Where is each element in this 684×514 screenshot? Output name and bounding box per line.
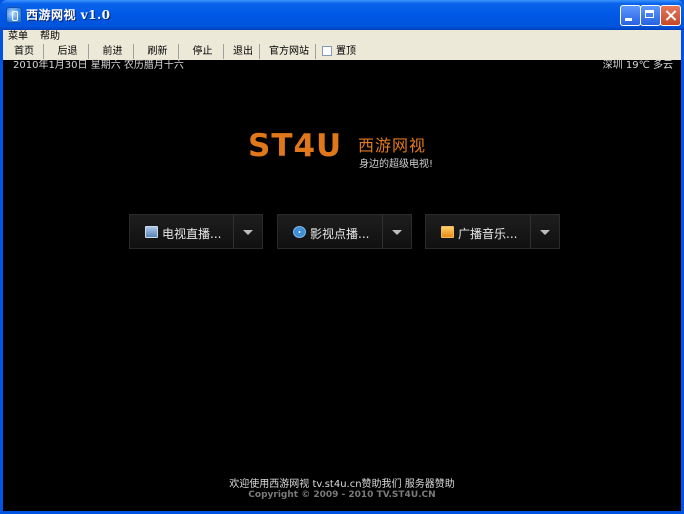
- vod-label: 影视点播...: [310, 227, 370, 241]
- weather-display: 深圳 19℃ 多云: [603, 60, 673, 72]
- radio-icon: [441, 226, 454, 238]
- copyright: Copyright © 2009 - 2010 TV.ST4U.CN: [248, 490, 436, 500]
- menu-bar: 菜单 帮助: [3, 30, 681, 44]
- dropdown-divider: [233, 215, 234, 248]
- film-icon: [293, 226, 306, 238]
- title-bar[interactable]: 西游网视 v1.0: [0, 0, 684, 30]
- server-sponsor-link[interactable]: 服务器赞助: [405, 479, 455, 490]
- chevron-down-icon[interactable]: [392, 230, 402, 235]
- brand-chinese-name: 西游网视: [358, 136, 427, 155]
- minimize-button[interactable]: [620, 5, 641, 26]
- app-window: 西游网视 v1.0 菜单 帮助 首页 后退 前进 刷新 停止 退出 官方网站 置…: [0, 0, 684, 514]
- brand-tagline: 身边的超级电视!: [359, 159, 434, 170]
- menu-item-help[interactable]: 帮助: [40, 30, 60, 44]
- weather-city: 深圳: [602, 60, 623, 71]
- sponsor-link[interactable]: 赞助我们: [362, 479, 402, 490]
- toolbar: 首页 后退 前进 刷新 停止 退出 官方网站 置顶: [3, 44, 681, 60]
- date-display: 2010年1月30日 星期六 农历腊月十六: [13, 60, 184, 71]
- home-button[interactable]: 首页: [5, 44, 44, 59]
- pin-on-top-label[interactable]: 置顶: [336, 44, 356, 59]
- tv-live-dropdown[interactable]: 电视直播...: [129, 214, 263, 249]
- radio-music-dropdown[interactable]: 广播音乐...: [425, 214, 560, 249]
- pin-on-top-checkbox[interactable]: [322, 46, 332, 56]
- client-area: 菜单 帮助 首页 后退 前进 刷新 停止 退出 官方网站 置顶 2010年1月3…: [3, 30, 681, 511]
- exit-button[interactable]: 退出: [227, 44, 260, 59]
- vod-dropdown[interactable]: 影视点播...: [277, 214, 412, 249]
- forward-button[interactable]: 前进: [92, 44, 134, 59]
- menu-item-menu[interactable]: 菜单: [8, 30, 28, 44]
- dropdown-divider: [530, 215, 531, 248]
- brand-logo: ST4U: [248, 128, 343, 164]
- chevron-down-icon[interactable]: [243, 230, 253, 235]
- back-button[interactable]: 后退: [47, 44, 89, 59]
- main-content: 2010年1月30日 星期六 农历腊月十六 深圳 19℃ 多云 ST4U 西游网…: [3, 60, 681, 511]
- refresh-button[interactable]: 刷新: [137, 44, 179, 59]
- stop-button[interactable]: 停止: [182, 44, 224, 59]
- weather-condition: 19℃ 多云: [625, 60, 673, 71]
- maximize-button[interactable]: [640, 5, 661, 26]
- radio-music-label: 广播音乐...: [458, 227, 518, 241]
- site-link[interactable]: tv.st4u.cn: [312, 479, 361, 490]
- app-icon[interactable]: [6, 7, 22, 23]
- dropdown-divider: [382, 215, 383, 248]
- close-button[interactable]: [660, 5, 681, 26]
- footer-links: 欢迎使用西游网视 tv.st4u.cn赞助我们 服务器赞助: [3, 475, 681, 490]
- welcome-text: 欢迎使用西游网视: [229, 479, 310, 490]
- official-site-button[interactable]: 官方网站: [263, 44, 316, 59]
- window-title: 西游网视 v1.0: [26, 8, 111, 22]
- tv-icon: [145, 226, 158, 238]
- tv-live-label: 电视直播...: [162, 227, 222, 241]
- chevron-down-icon[interactable]: [540, 230, 550, 235]
